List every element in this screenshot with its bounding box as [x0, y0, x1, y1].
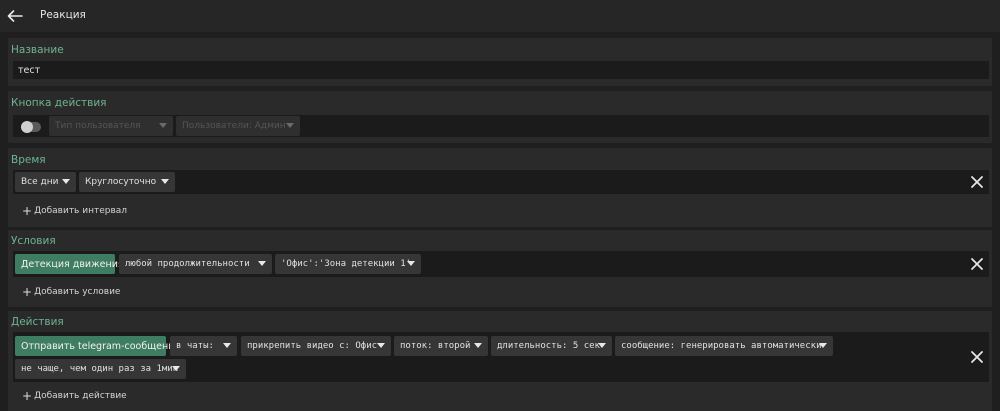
chevron-down-icon — [258, 261, 266, 266]
hours-dropdown[interactable]: Круглосуточно — [79, 172, 175, 192]
chats-value: в чаты: — [176, 341, 214, 351]
attach-video-value: прикрепить видео с: Офис — [247, 341, 378, 351]
name-section: Название тест — [8, 38, 992, 86]
zone-dropdown[interactable]: 'Офис':'Зона детекции 1' — [275, 254, 421, 274]
plus-icon: + — [22, 389, 33, 403]
duration-dropdown[interactable]: любой продолжительности — [119, 254, 272, 274]
condition-label: Детекция движения — [21, 258, 124, 270]
chevron-down-icon — [223, 343, 231, 348]
user-type-dropdown[interactable]: Тип пользователя — [49, 116, 173, 136]
add-action-label: Добавить действие — [34, 391, 127, 401]
duration-value: любой продолжительности — [125, 259, 250, 269]
chevron-down-icon — [474, 343, 482, 348]
actions-section-title: Действия — [11, 316, 64, 328]
plus-icon: + — [22, 204, 33, 218]
remove-interval-close-icon[interactable] — [970, 175, 984, 189]
name-section-title: Название — [11, 44, 64, 56]
length-value: длительность: 5 сек — [497, 341, 600, 351]
users-value: Пользователи: Админ — [182, 121, 286, 131]
users-dropdown[interactable]: Пользователи: Админ — [176, 116, 300, 136]
remove-action-close-icon[interactable] — [970, 350, 984, 364]
plus-icon: + — [22, 285, 33, 299]
motion-detection-button[interactable]: Детекция движения — [15, 254, 124, 274]
zone-value: 'Офис':'Зона детекции 1' — [281, 259, 412, 269]
add-interval-label: Добавить интервал — [34, 206, 128, 216]
chevron-down-icon — [407, 261, 415, 266]
days-value: Все дни — [21, 177, 59, 187]
action-label: Отправить telegram-сообщение — [21, 340, 181, 352]
chevron-down-icon — [62, 179, 70, 184]
chats-dropdown[interactable]: в чаты: — [170, 336, 237, 356]
add-interval-button[interactable]: + Добавить интервал — [22, 204, 128, 218]
top-bar: Реакция — [0, 0, 1000, 32]
send-telegram-button[interactable]: Отправить telegram-сообщение — [15, 336, 180, 356]
chevron-down-icon — [598, 343, 606, 348]
action-button-row: Тип пользователя Пользователи: Админ — [13, 115, 989, 137]
action-button-section-title: Кнопка действия — [11, 97, 107, 109]
actions-section: Действия Отправить telegram-сообщение в … — [8, 311, 992, 411]
action-button-toggle[interactable] — [21, 121, 41, 133]
add-condition-label: Добавить условие — [34, 287, 121, 297]
chevron-down-icon — [377, 343, 385, 348]
message-value: сообщение: генерировать автоматически — [621, 341, 822, 351]
chevron-down-icon — [172, 366, 180, 371]
condition-row: Детекция движения любой продолжительност… — [13, 251, 989, 277]
stream-value: поток: второй — [400, 341, 471, 351]
chevron-down-icon — [286, 123, 294, 128]
remove-condition-close-icon[interactable] — [970, 257, 984, 271]
user-type-value: Тип пользователя — [55, 121, 141, 131]
add-condition-button[interactable]: + Добавить условие — [22, 285, 121, 299]
name-value: тест — [18, 65, 41, 76]
page-title: Реакция — [40, 9, 86, 21]
stream-dropdown[interactable]: поток: второй — [394, 336, 488, 356]
conditions-section-title: Условия — [11, 235, 56, 247]
chevron-down-icon — [161, 179, 169, 184]
attach-video-dropdown[interactable]: прикрепить видео с: Офис — [241, 336, 391, 356]
action-button-section: Кнопка действия Тип пользователя Пользов… — [8, 91, 992, 143]
toggle-knob — [21, 121, 33, 133]
time-section-title: Время — [11, 154, 46, 166]
action-row: Отправить telegram-сообщение в чаты: при… — [13, 332, 989, 382]
message-dropdown[interactable]: сообщение: генерировать автоматически — [615, 336, 833, 356]
name-field[interactable]: тест — [13, 61, 989, 79]
chevron-down-icon — [159, 123, 167, 128]
time-section: Время Все дни Круглосуточно + Добавить и… — [8, 148, 992, 227]
rate-limit-dropdown[interactable]: не чаще, чем один раз за 1мин — [15, 359, 186, 379]
days-dropdown[interactable]: Все дни — [15, 172, 76, 192]
chevron-down-icon — [819, 343, 827, 348]
add-action-button[interactable]: + Добавить действие — [22, 389, 127, 403]
hours-value: Круглосуточно — [85, 177, 157, 187]
time-interval-row: Все дни Круглосуточно — [13, 170, 989, 194]
rate-limit-value: не чаще, чем один раз за 1мин — [21, 364, 179, 374]
conditions-section: Условия Детекция движения любой продолжи… — [8, 230, 992, 307]
length-dropdown[interactable]: длительность: 5 сек — [491, 336, 612, 356]
arrow-left-icon[interactable] — [6, 8, 24, 24]
